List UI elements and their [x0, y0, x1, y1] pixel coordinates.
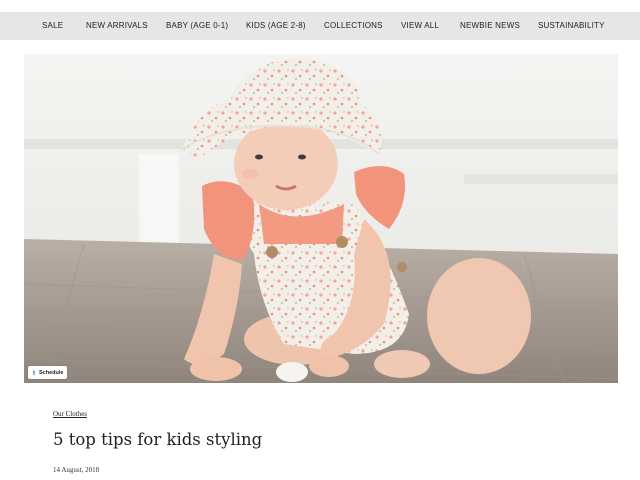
- article-title: 5 top tips for kids styling: [53, 430, 263, 449]
- nav-item-view-all[interactable]: VIEW ALL: [401, 12, 439, 40]
- nav-item-sustainability[interactable]: SUSTAINABILITY: [538, 12, 605, 40]
- nav-item-collections[interactable]: COLLECTIONS: [324, 12, 383, 40]
- article-category-link[interactable]: Our Clothes: [53, 410, 87, 418]
- pin-icon: [32, 369, 36, 376]
- nav-item-newbie-news[interactable]: NEWBIE NEWS: [460, 12, 520, 40]
- hero-image[interactable]: Schedule: [24, 54, 618, 383]
- schedule-button[interactable]: Schedule: [28, 366, 68, 379]
- article-date: 14 August, 2018: [53, 466, 100, 474]
- schedule-label: Schedule: [39, 369, 64, 376]
- nav-item-sale[interactable]: SALE: [42, 12, 63, 40]
- nav-item-new-arrivals[interactable]: NEW ARRIVALS: [86, 12, 148, 40]
- main-nav: SALE NEW ARRIVALS BABY (AGE 0-1) KIDS (A…: [0, 12, 640, 40]
- nav-item-kids[interactable]: KIDS (AGE 2-8): [246, 12, 306, 40]
- nav-item-baby[interactable]: BABY (AGE 0-1): [166, 12, 228, 40]
- hero-photo: [24, 54, 618, 383]
